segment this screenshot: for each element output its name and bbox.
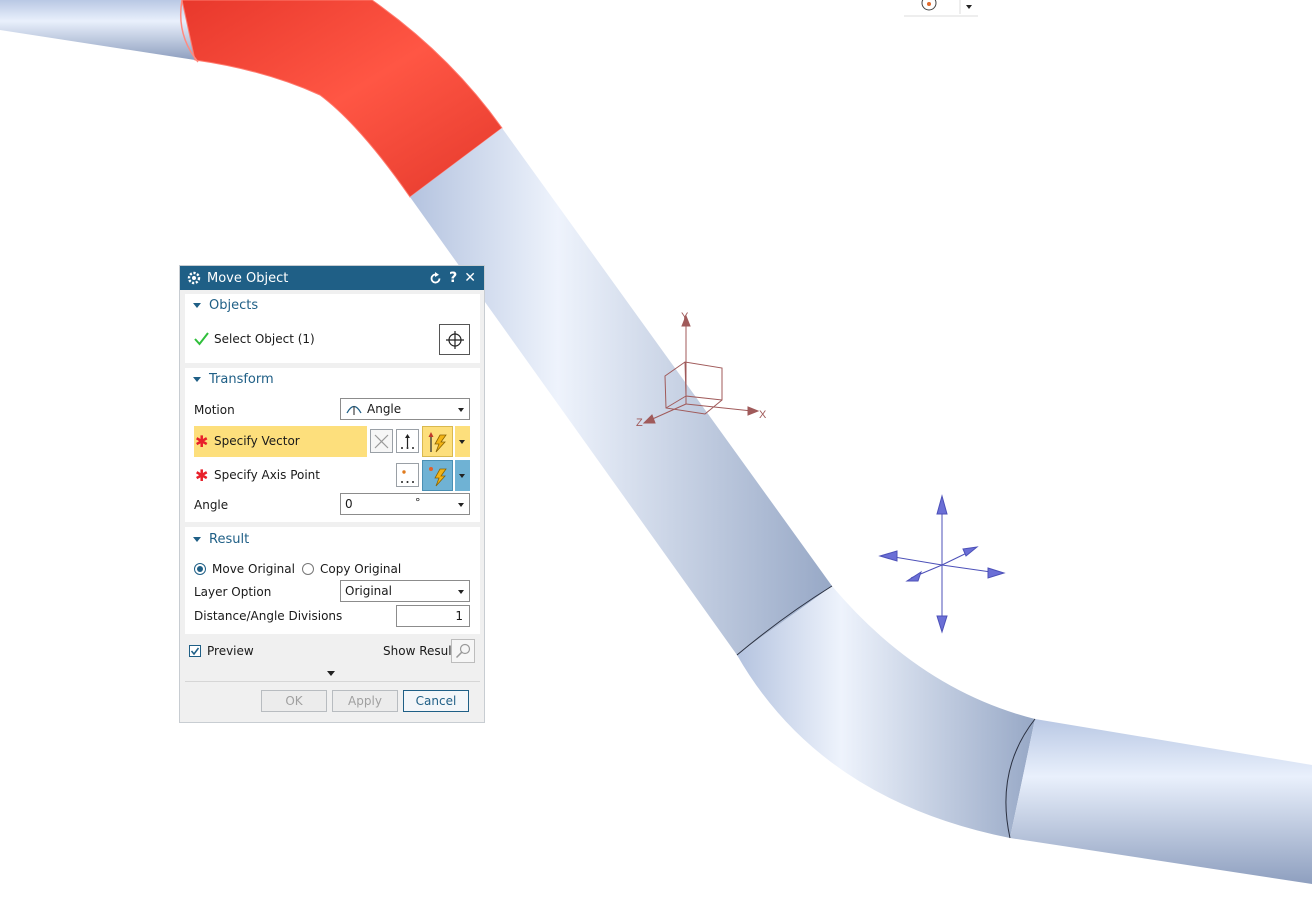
dropdown-arrow-icon	[459, 474, 465, 478]
objects-section: Objects Select Object (1)	[185, 294, 480, 363]
select-object-button[interactable]	[439, 324, 470, 355]
show-result-button[interactable]	[451, 639, 475, 663]
reverse-direction-button[interactable]	[370, 429, 393, 453]
ok-button[interactable]: OK	[261, 690, 327, 712]
magnifier-icon	[455, 643, 471, 659]
axis-label-z: Z	[636, 417, 643, 429]
angle-value: 0	[345, 497, 353, 511]
divisions-value: 1	[455, 609, 463, 623]
angle-motion-icon	[346, 405, 362, 415]
objects-header[interactable]: Objects	[193, 298, 258, 313]
angle-unit: °	[415, 496, 421, 509]
dropdown-arrow-icon	[458, 590, 464, 594]
dropdown-arrow-icon	[458, 408, 464, 412]
motion-label: Motion	[194, 403, 235, 417]
gear-icon	[187, 271, 201, 285]
preview-checkbox[interactable]: Preview	[189, 644, 254, 658]
radio-unselected-icon	[302, 563, 314, 575]
divisions-input[interactable]: 1	[396, 605, 470, 627]
dropdown-arrow-icon	[459, 440, 465, 444]
radio-selected-icon	[194, 563, 206, 575]
pipe-segment-top[interactable]	[0, 0, 195, 60]
check-icon	[194, 332, 209, 346]
specify-vector-label: Specify Vector	[214, 434, 300, 448]
objects-header-label: Objects	[209, 298, 259, 313]
angle-label: Angle	[194, 498, 229, 512]
preview-label: Preview	[207, 644, 254, 658]
copy-original-radio[interactable]: Copy Original	[302, 562, 401, 576]
result-header-label: Result	[209, 532, 250, 547]
transform-header-label: Transform	[209, 372, 274, 387]
point-type-dropdown[interactable]	[455, 460, 470, 491]
transform-header[interactable]: Transform	[193, 372, 274, 387]
move-manipulator-icon[interactable]	[878, 494, 1006, 634]
move-object-dialog: Move Object ? ✕ Objects Select Object (1…	[179, 265, 485, 723]
axis-label-x: X	[759, 409, 767, 421]
required-star-icon: ✱	[195, 432, 209, 451]
inferred-point-button[interactable]	[422, 460, 453, 491]
pipe-bend-lower[interactable]	[737, 586, 1035, 838]
divisions-label: Distance/Angle Divisions	[194, 609, 343, 623]
pipe-segment-bottom[interactable]	[1010, 719, 1312, 884]
dialog-titlebar: Move Object ? ✕	[180, 266, 484, 290]
view-toolbar-fragment[interactable]	[904, 0, 978, 17]
move-original-radio[interactable]: Move Original	[194, 562, 295, 576]
axis-label-y: Y	[681, 311, 689, 323]
vector-dialog-button[interactable]	[396, 429, 419, 453]
expand-more-icon[interactable]	[327, 671, 335, 676]
required-star-icon: ✱	[195, 466, 209, 485]
help-icon[interactable]: ?	[449, 271, 457, 285]
reverse-direction-icon	[374, 434, 389, 448]
transform-section: Transform Motion Angle ✱ Specify Vector	[185, 368, 480, 522]
reset-icon[interactable]	[429, 271, 442, 285]
show-result-label: Show Result	[383, 644, 457, 658]
collapse-triangle-icon	[193, 537, 201, 542]
divider	[185, 681, 480, 682]
dialog-title: Move Object	[207, 270, 289, 286]
point-dialog-icon	[401, 469, 414, 483]
vector-dialog-icon	[401, 433, 414, 449]
result-header[interactable]: Result	[193, 532, 249, 547]
dropdown-arrow-icon	[458, 503, 464, 507]
move-original-label: Move Original	[212, 562, 295, 576]
layer-option-dropdown[interactable]: Original	[340, 580, 470, 602]
collapse-triangle-icon	[193, 377, 201, 382]
motion-dropdown[interactable]: Angle	[340, 398, 470, 420]
checkbox-checked-icon	[189, 645, 201, 657]
apply-button[interactable]: Apply	[332, 690, 398, 712]
inferred-vector-icon	[428, 431, 447, 452]
result-section: Result Move Original Copy Original Layer…	[185, 527, 480, 634]
vector-type-dropdown[interactable]	[455, 426, 470, 457]
point-dialog-button[interactable]	[396, 463, 419, 487]
inferred-vector-button[interactable]	[422, 426, 453, 457]
close-icon[interactable]: ✕	[464, 271, 476, 285]
collapse-triangle-icon	[193, 303, 201, 308]
copy-original-label: Copy Original	[320, 562, 402, 576]
crosshair-icon	[445, 330, 464, 349]
select-object-label: Select Object (1)	[214, 332, 315, 346]
layer-option-value: Original	[345, 584, 392, 598]
specify-axis-point-label: Specify Axis Point	[214, 468, 320, 482]
cancel-button[interactable]: Cancel	[403, 690, 469, 712]
layer-option-label: Layer Option	[194, 585, 272, 599]
inferred-point-icon	[428, 466, 447, 486]
motion-value: Angle	[367, 402, 402, 416]
angle-input[interactable]: 0 °	[340, 493, 470, 515]
